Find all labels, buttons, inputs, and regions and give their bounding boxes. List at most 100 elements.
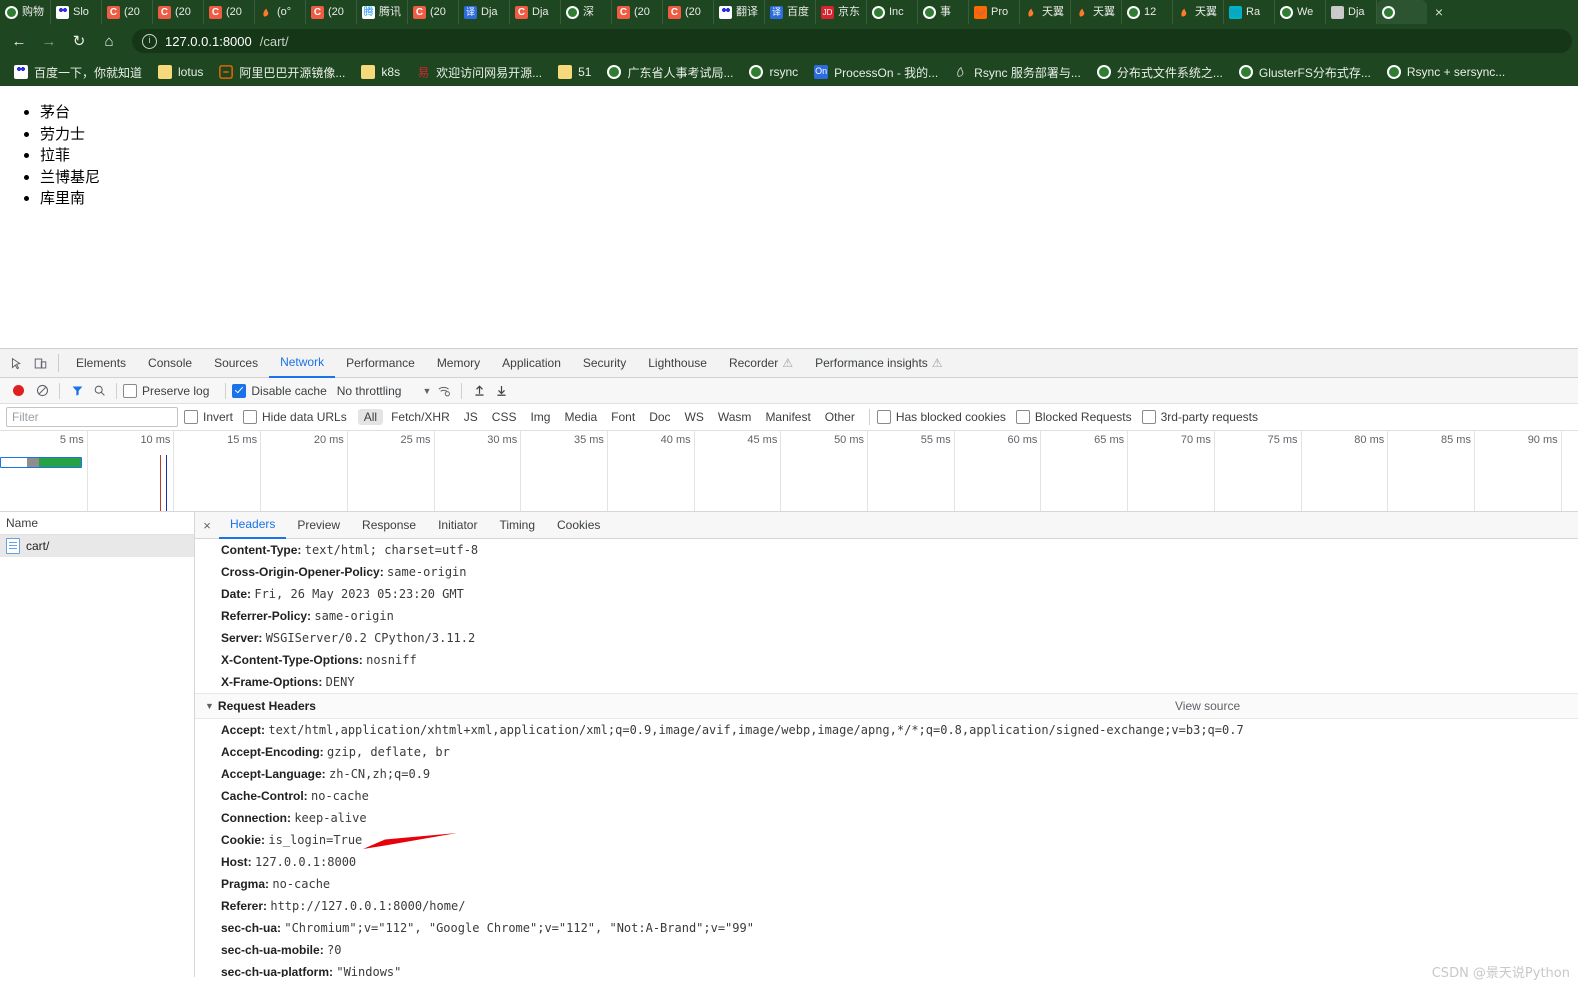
resource-type-filter[interactable]: Fetch/XHR bbox=[385, 409, 456, 425]
devtools-tab-performance[interactable]: Performance bbox=[335, 350, 426, 377]
bookmark-item[interactable]: 易欢迎访问网易开源... bbox=[408, 60, 550, 84]
devtools-tab-recorder[interactable]: Recorder ⚠ bbox=[718, 350, 804, 377]
detail-tab-response[interactable]: Response bbox=[351, 513, 427, 538]
devtools-tab-security[interactable]: Security bbox=[572, 350, 637, 377]
browser-tab[interactable] bbox=[1377, 0, 1427, 24]
browser-tab[interactable]: C (20 bbox=[306, 0, 357, 24]
devtools-tab-console[interactable]: Console bbox=[137, 350, 203, 377]
browser-tab[interactable]: 天翼 bbox=[1071, 0, 1122, 24]
hide-data-urls-toggle[interactable]: Hide data URLs bbox=[243, 410, 347, 424]
detail-tab-initiator[interactable]: Initiator bbox=[427, 513, 488, 538]
devtools-tab-memory[interactable]: Memory bbox=[426, 350, 491, 377]
disable-cache-toggle[interactable]: Disable cache bbox=[232, 383, 327, 398]
browser-tab[interactable]: 购物 bbox=[0, 0, 51, 24]
new-tab-button[interactable]: × bbox=[1427, 0, 1451, 24]
preserve-log-toggle[interactable]: Preserve log bbox=[123, 383, 209, 398]
bookmark-item[interactable]: Rsync 服务部署与... bbox=[946, 60, 1089, 84]
bookmark-item[interactable]: rsync bbox=[741, 60, 806, 84]
resource-type-filter[interactable]: JS bbox=[458, 409, 484, 425]
resource-type-filter[interactable]: Font bbox=[605, 409, 641, 425]
browser-tab[interactable]: 腾腾讯 bbox=[357, 0, 408, 24]
browser-tab[interactable]: 天翼 bbox=[1173, 0, 1224, 24]
close-icon[interactable]: × bbox=[195, 518, 219, 533]
browser-tab[interactable]: Pro bbox=[969, 0, 1020, 24]
devtools-tab-lighthouse[interactable]: Lighthouse bbox=[637, 350, 718, 377]
detail-tab-preview[interactable]: Preview bbox=[286, 513, 351, 538]
site-info-icon[interactable]: i bbox=[142, 33, 157, 49]
bookmark-item[interactable]: k8s bbox=[353, 60, 408, 84]
third-party-requests-checkbox[interactable] bbox=[1141, 410, 1156, 424]
devtools-tab-elements[interactable]: Elements bbox=[65, 350, 137, 377]
hide-data-urls-checkbox[interactable] bbox=[243, 410, 258, 424]
devtools-tab-performance-insights[interactable]: Performance insights ⚠ bbox=[804, 350, 953, 377]
third-party-requests-toggle[interactable]: 3rd-party requests bbox=[1141, 410, 1258, 424]
detail-tab-timing[interactable]: Timing bbox=[488, 513, 546, 538]
filter-icon[interactable] bbox=[66, 380, 88, 402]
request-list-column-header[interactable]: Name bbox=[0, 512, 194, 535]
preserve-log-checkbox[interactable] bbox=[123, 383, 137, 398]
devtools-tab-application[interactable]: Application bbox=[491, 350, 572, 377]
resource-type-filter[interactable]: Manifest bbox=[759, 409, 816, 425]
bookmark-item[interactable]: 广东省人事考试局... bbox=[599, 60, 741, 84]
browser-tab[interactable]: We bbox=[1275, 0, 1326, 24]
invert-checkbox[interactable] bbox=[184, 410, 198, 424]
invert-toggle[interactable]: Invert bbox=[184, 410, 233, 424]
browser-tab[interactable]: Ra bbox=[1224, 0, 1275, 24]
chevron-down-icon[interactable]: ▼ bbox=[405, 386, 432, 396]
bookmark-item[interactable]: lotus bbox=[150, 60, 211, 84]
resource-type-filter[interactable]: Img bbox=[524, 409, 556, 425]
bookmark-item[interactable]: GlusterFS分布式存... bbox=[1231, 60, 1379, 84]
bookmark-item[interactable]: 百度一下，你就知道 bbox=[6, 60, 150, 84]
resource-type-filter[interactable]: WS bbox=[679, 409, 710, 425]
detail-tab-headers[interactable]: Headers bbox=[219, 512, 287, 539]
browser-tab[interactable]: C (20 bbox=[204, 0, 255, 24]
browser-tab[interactable]: Inc bbox=[867, 0, 918, 24]
inspect-element-icon[interactable] bbox=[4, 351, 28, 375]
has-blocked-cookies-checkbox[interactable] bbox=[876, 410, 891, 424]
request-headers-section-title[interactable]: ▼ Request Headers View source bbox=[195, 693, 1578, 719]
devtools-tab-sources[interactable]: Sources bbox=[203, 350, 269, 377]
blocked-requests-checkbox[interactable] bbox=[1015, 410, 1030, 424]
browser-tab[interactable]: JD 京东 bbox=[816, 0, 867, 24]
browser-tab[interactable]: 事 bbox=[918, 0, 969, 24]
bookmark-item[interactable]: 51 bbox=[550, 60, 599, 84]
import-har-icon[interactable] bbox=[468, 380, 490, 402]
browser-tab[interactable]: C (20 bbox=[153, 0, 204, 24]
resource-type-filter[interactable]: All bbox=[357, 409, 384, 425]
clear-icon[interactable] bbox=[31, 380, 53, 402]
table-row[interactable]: cart/ bbox=[0, 535, 194, 557]
export-har-icon[interactable] bbox=[490, 380, 512, 402]
browser-tab[interactable]: 深 bbox=[561, 0, 612, 24]
resource-type-filter[interactable]: Doc bbox=[643, 409, 676, 425]
browser-tab[interactable]: C (20 bbox=[102, 0, 153, 24]
reload-button[interactable]: ↻ bbox=[66, 28, 92, 54]
bookmark-item[interactable]: On ProcessOn - 我的... bbox=[806, 60, 946, 84]
caret-down-icon[interactable]: ▼ bbox=[205, 701, 214, 711]
address-bar[interactable]: i 127.0.0.1:8000/cart/ bbox=[132, 29, 1572, 53]
browser-tab[interactable]: 天翼 bbox=[1020, 0, 1071, 24]
browser-tab[interactable]: C Dja bbox=[510, 0, 561, 24]
browser-tab[interactable]: Slo bbox=[51, 0, 102, 24]
throttling-select[interactable]: No throttling ▼ bbox=[337, 384, 432, 398]
bookmark-item[interactable]: 阿里巴巴开源镜像... bbox=[211, 60, 353, 84]
devtools-tab-network[interactable]: Network bbox=[269, 349, 336, 378]
browser-tab[interactable]: C (20 bbox=[612, 0, 663, 24]
search-icon[interactable] bbox=[88, 380, 110, 402]
network-conditions-icon[interactable] bbox=[433, 380, 455, 402]
blocked-requests-toggle[interactable]: Blocked Requests bbox=[1015, 410, 1132, 424]
back-button[interactable]: ← bbox=[6, 28, 32, 54]
browser-tab[interactable]: (o° bbox=[255, 0, 306, 24]
disable-cache-checkbox[interactable] bbox=[232, 383, 247, 398]
resource-type-filter[interactable]: Other bbox=[819, 409, 861, 425]
resource-type-filter[interactable]: CSS bbox=[486, 409, 523, 425]
browser-tab[interactable]: C (20 bbox=[663, 0, 714, 24]
resource-type-filter[interactable]: Media bbox=[558, 409, 603, 425]
bookmark-item[interactable]: 分布式文件系统之... bbox=[1089, 60, 1231, 84]
browser-tab[interactable]: C (20 bbox=[408, 0, 459, 24]
browser-tab[interactable]: 译百度 bbox=[765, 0, 816, 24]
network-overview-timeline[interactable]: 5 ms 10 ms 15 ms 20 ms 25 ms 30 ms 35 ms 40 ms 4… bbox=[0, 431, 1578, 512]
filter-input[interactable]: Filter bbox=[6, 407, 178, 427]
record-button-icon[interactable] bbox=[13, 385, 24, 396]
browser-tab[interactable]: 12 bbox=[1122, 0, 1173, 24]
resource-type-filter[interactable]: Wasm bbox=[712, 409, 758, 425]
